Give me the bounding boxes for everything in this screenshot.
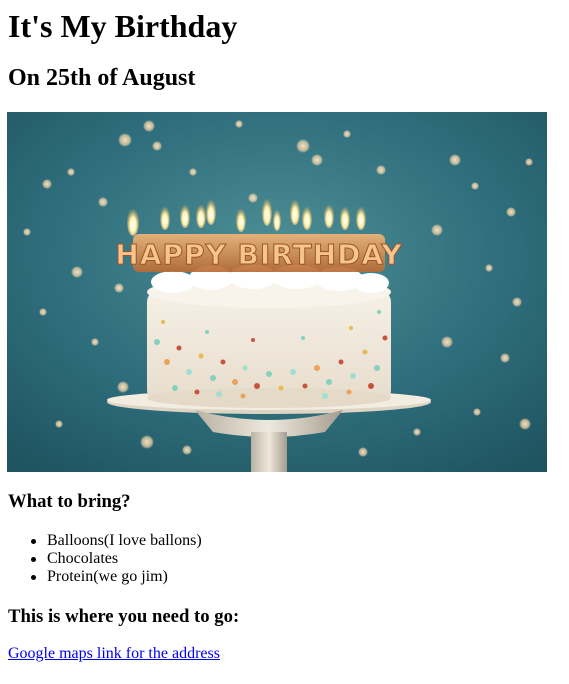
bullet-icon <box>31 557 36 562</box>
where-to-go-heading: This is where you need to go: <box>8 606 240 627</box>
candle-letters: HAPPY BIRTHDAY <box>115 238 402 271</box>
page-subtitle: On 25th of August <box>8 65 196 91</box>
page-title: It's My Birthday <box>8 8 238 44</box>
bring-list: Balloons(I love ballons) Chocolates Prot… <box>8 532 202 586</box>
bullet-icon <box>31 539 36 544</box>
google-maps-link[interactable]: Google maps link for the address <box>8 645 220 663</box>
happy-birthday-candles: HAPPY BIRTHDAY <box>115 234 402 272</box>
bullet-icon <box>31 575 36 580</box>
list-item: Chocolates <box>31 550 202 568</box>
list-item: Protein(we go jim) <box>31 568 202 586</box>
list-item: Balloons(I love ballons) <box>31 532 202 550</box>
what-to-bring-heading: What to bring? <box>8 491 131 512</box>
birthday-cake-image: HAPPY BIRTHDAY <box>7 112 547 472</box>
